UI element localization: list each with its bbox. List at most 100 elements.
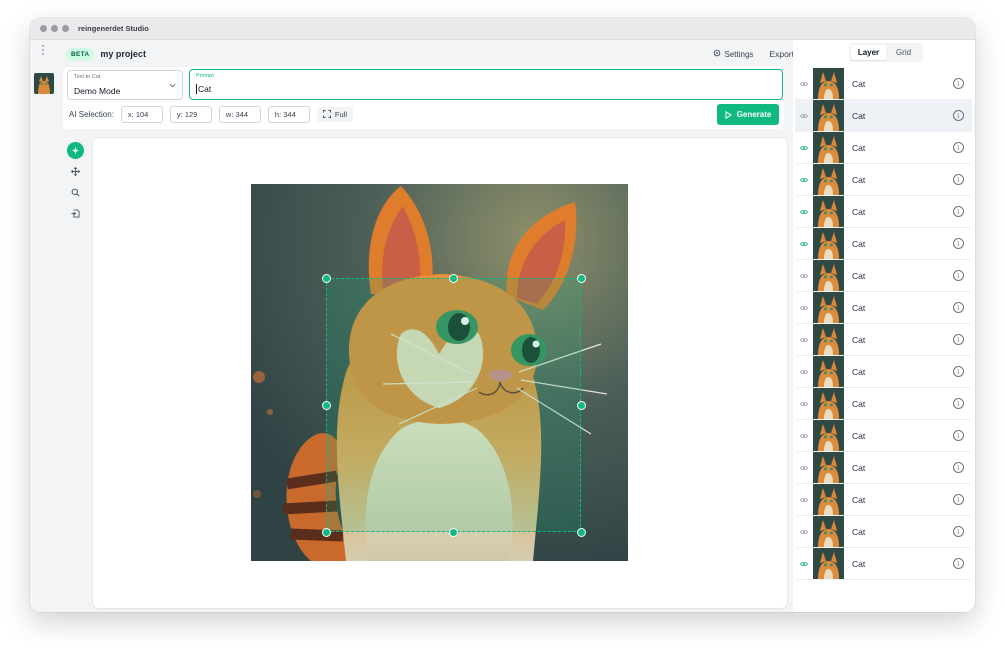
info-icon[interactable]: i	[953, 78, 964, 89]
visibility-toggle[interactable]	[795, 401, 813, 407]
visibility-toggle[interactable]	[795, 433, 813, 439]
info-icon[interactable]: i	[953, 334, 964, 345]
title-bar: reingenerdet Studio	[30, 18, 975, 40]
eye-icon	[800, 81, 808, 86]
cat-image[interactable]	[251, 184, 628, 561]
visibility-toggle[interactable]	[795, 241, 813, 247]
layer-name: Cat	[852, 174, 866, 185]
minimize-window-button[interactable]	[51, 25, 58, 32]
project-thumbnail[interactable]	[34, 73, 54, 94]
layer-row[interactable]: Cat i	[795, 388, 972, 420]
generate-button[interactable]: Generate	[717, 104, 779, 125]
selection-x-field[interactable]: x: 104	[120, 105, 163, 123]
settings-button[interactable]: Settings	[713, 49, 753, 59]
visibility-toggle[interactable]	[795, 561, 813, 567]
layer-row[interactable]: Cat i	[795, 292, 972, 324]
selection-handle-top-left[interactable]	[322, 274, 331, 283]
layer-row[interactable]: Cat i	[795, 68, 972, 100]
layer-thumbnail	[813, 132, 844, 163]
layer-row[interactable]: Cat i	[795, 324, 972, 356]
visibility-toggle[interactable]	[795, 81, 813, 87]
zoom-tool[interactable]	[67, 184, 84, 201]
visibility-toggle[interactable]	[795, 305, 813, 311]
layer-thumbnail	[813, 516, 844, 547]
header: BETA my project Settings Export	[66, 44, 794, 64]
info-icon[interactable]: i	[953, 366, 964, 377]
info-icon[interactable]: i	[953, 398, 964, 409]
visibility-toggle[interactable]	[795, 369, 813, 375]
info-icon[interactable]: i	[953, 462, 964, 473]
move-tool[interactable]	[67, 163, 84, 180]
visibility-toggle[interactable]	[795, 465, 813, 471]
visibility-toggle[interactable]	[795, 209, 813, 215]
layer-name: Cat	[852, 78, 866, 89]
layer-name: Cat	[852, 110, 866, 121]
layer-row[interactable]: Cat i	[795, 228, 972, 260]
layer-row[interactable]: Cat i	[795, 260, 972, 292]
close-window-button[interactable]	[40, 25, 47, 32]
visibility-toggle[interactable]	[795, 113, 813, 119]
layer-row[interactable]: Cat i	[795, 548, 972, 580]
selection-handle-top-right[interactable]	[577, 274, 586, 283]
selection-label: AI Selection:	[69, 109, 114, 119]
mode-select[interactable]: Text to Cat Demo Mode	[67, 70, 183, 100]
layer-row[interactable]: Cat i	[795, 420, 972, 452]
selection-handle-right[interactable]	[577, 401, 586, 410]
tab-layer[interactable]: Layer	[851, 45, 886, 60]
layer-row[interactable]: Cat i	[795, 516, 972, 548]
layer-name: Cat	[852, 270, 866, 281]
layer-row[interactable]: Cat i	[795, 132, 972, 164]
tab-grid[interactable]: Grid	[886, 45, 921, 60]
visibility-toggle[interactable]	[795, 497, 813, 503]
layer-row[interactable]: Cat i	[795, 164, 972, 196]
visibility-toggle[interactable]	[795, 529, 813, 535]
mode-label: Text to Cat	[74, 74, 101, 80]
layer-thumbnail	[813, 100, 844, 131]
info-icon[interactable]: i	[953, 494, 964, 505]
visibility-toggle[interactable]	[795, 145, 813, 151]
selection-handle-bottom-right[interactable]	[577, 528, 586, 537]
info-icon[interactable]: i	[953, 142, 964, 153]
layer-row[interactable]: Cat i	[795, 196, 972, 228]
full-selection-button[interactable]: Full	[316, 106, 354, 122]
selection-y-field[interactable]: y: 129	[169, 105, 212, 123]
info-icon[interactable]: i	[953, 526, 964, 537]
sparkle-icon	[71, 146, 80, 155]
layer-row[interactable]: Cat i	[795, 100, 972, 132]
info-icon[interactable]: i	[953, 238, 964, 249]
selection-handle-top[interactable]	[449, 274, 458, 283]
project-name[interactable]: my project	[100, 49, 146, 59]
layer-row[interactable]: Cat i	[795, 484, 972, 516]
eye-icon	[800, 145, 808, 150]
layer-thumbnail	[813, 388, 844, 419]
eye-icon	[800, 305, 808, 310]
info-icon[interactable]: i	[953, 558, 964, 569]
selection-handle-left[interactable]	[322, 401, 331, 410]
prompt-input[interactable]: Prompt Cat	[189, 69, 783, 100]
visibility-toggle[interactable]	[795, 273, 813, 279]
selection-w-field[interactable]: w: 344	[218, 105, 261, 123]
info-icon[interactable]: i	[953, 110, 964, 121]
selection-h-field[interactable]: h: 344	[267, 105, 310, 123]
visibility-toggle[interactable]	[795, 337, 813, 343]
info-icon[interactable]: i	[953, 302, 964, 313]
selection-handle-bottom-left[interactable]	[322, 528, 331, 537]
visibility-toggle[interactable]	[795, 177, 813, 183]
eye-icon	[800, 433, 808, 438]
ai-selection-box[interactable]	[326, 278, 581, 532]
import-tool[interactable]	[67, 205, 84, 222]
maximize-window-button[interactable]	[62, 25, 69, 32]
info-icon[interactable]: i	[953, 206, 964, 217]
info-icon[interactable]: i	[953, 430, 964, 441]
export-button[interactable]: Export	[769, 49, 794, 59]
more-menu-icon[interactable]: · · ·	[41, 39, 45, 59]
selection-handle-bottom[interactable]	[449, 528, 458, 537]
ai-select-tool[interactable]	[67, 142, 84, 159]
info-icon[interactable]: i	[953, 174, 964, 185]
layer-row[interactable]: Cat i	[795, 356, 972, 388]
canvas-area[interactable]	[93, 138, 787, 608]
layer-row[interactable]: Cat i	[795, 452, 972, 484]
info-icon[interactable]: i	[953, 270, 964, 281]
eye-icon	[800, 401, 808, 406]
eye-icon	[800, 529, 808, 534]
